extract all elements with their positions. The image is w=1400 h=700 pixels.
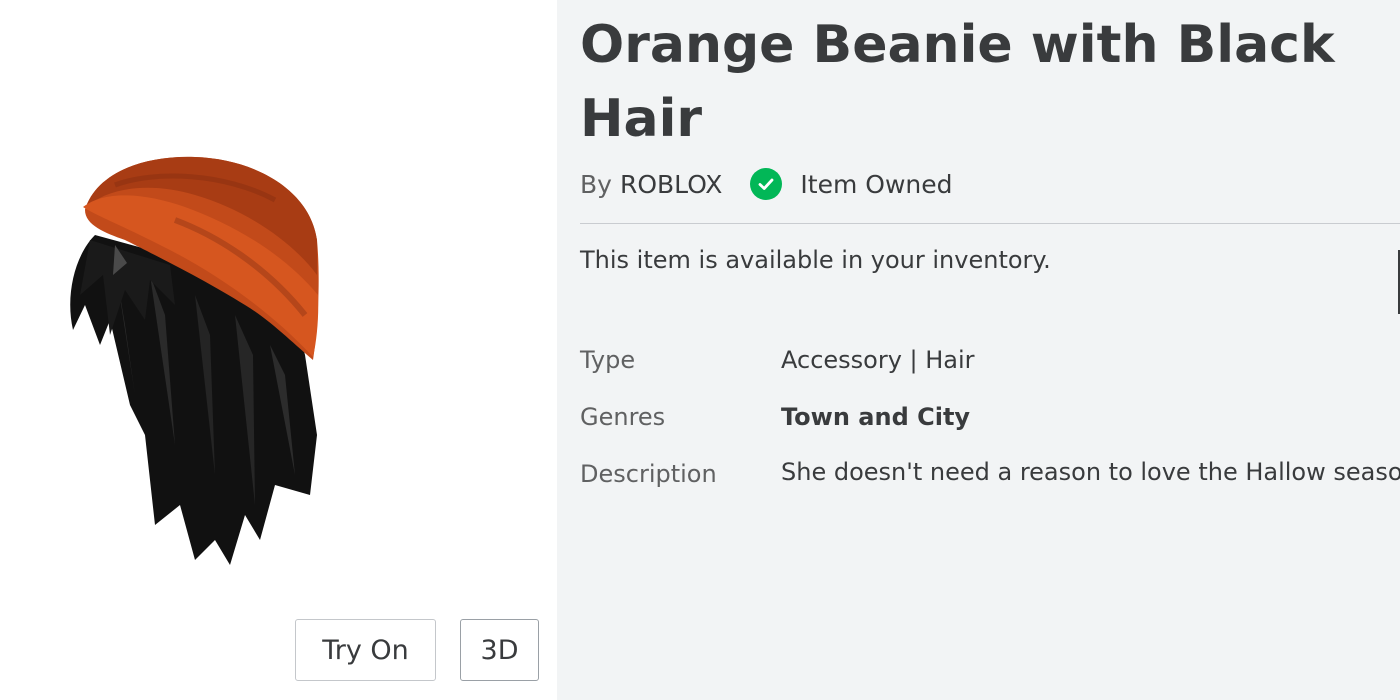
item-title: Orange Beanie with Black Hair bbox=[580, 15, 1335, 149]
item-owned-label: Item Owned bbox=[800, 169, 953, 199]
by-prefix: By bbox=[580, 169, 612, 199]
creator-link[interactable]: ROBLOX bbox=[620, 170, 722, 199]
item-thumbnail-image bbox=[70, 156, 319, 565]
item-details-panel: Orange Beanie with Black Hair By ROBLOX … bbox=[580, 0, 1400, 700]
item-details-page: Try On 3D Orange Beanie with Black Hair … bbox=[0, 0, 1400, 700]
description-text: She doesn't need a reason to love the Ha… bbox=[781, 458, 1400, 486]
check-circle-icon bbox=[750, 168, 783, 200]
view-3d-button[interactable]: 3D bbox=[460, 619, 539, 681]
try-on-button[interactable]: Try On bbox=[295, 619, 436, 681]
divider bbox=[580, 223, 1400, 224]
type-value: Accessory | Hair bbox=[781, 346, 975, 374]
type-label: Type bbox=[580, 346, 636, 374]
genres-label: Genres bbox=[580, 403, 666, 431]
item-thumbnail-panel: Try On 3D bbox=[0, 0, 557, 700]
description-label: Description bbox=[580, 460, 717, 488]
genres-value[interactable]: Town and City bbox=[781, 403, 970, 431]
availability-text: This item is available in your inventory… bbox=[580, 246, 1051, 274]
item-byline: By ROBLOX Item Owned bbox=[580, 166, 952, 202]
